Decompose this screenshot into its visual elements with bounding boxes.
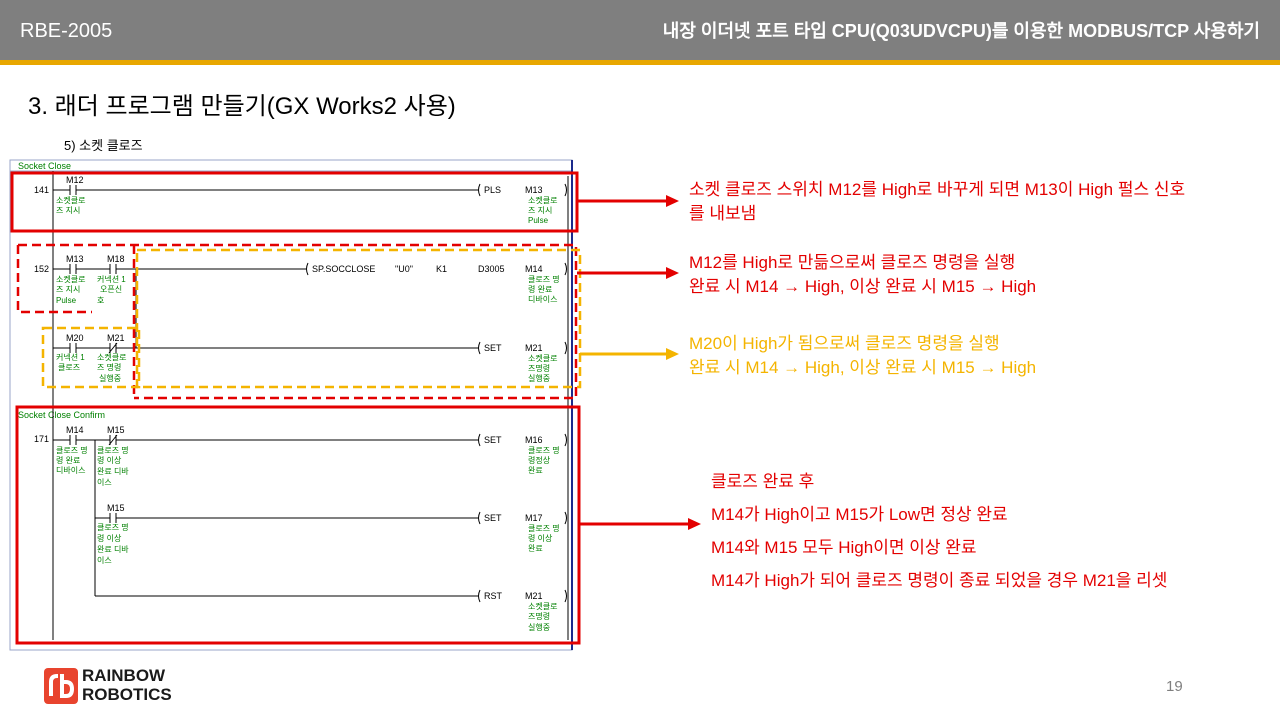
contact-m15b-comment-4: 이스 — [97, 555, 112, 565]
instr-set-m16: SET — [484, 435, 502, 445]
coil-m13-label: M13 — [525, 185, 543, 195]
note-2: M12를 High로 만듦으로써 클로즈 명령을 실행 완료 시 M14 → H… — [689, 251, 1036, 299]
coil-m16-comment-3: 완료 — [528, 466, 543, 475]
step-number-141: 141 — [34, 185, 49, 195]
contact-m12-comment-2: 즈 지시 — [56, 206, 80, 215]
coil-m16-comment-2: 령정상 — [528, 455, 551, 465]
note-4-line-1: 클로즈 완료 후 — [711, 472, 815, 491]
ladder-window — [9, 159, 573, 651]
instr-sp-socclose: SP.SOCCLOSE — [312, 264, 375, 274]
contact-m15-label: M15 — [107, 425, 125, 435]
coil-m21b-comment-3: 실행중 — [528, 622, 550, 632]
note-2-line-1: M12를 High로 만듦으로써 클로즈 명령을 실행 — [689, 253, 1016, 272]
contact-m20-comment: 커넥션 1 — [56, 352, 85, 362]
coil-m17-comment-3: 완료 — [528, 544, 543, 553]
note-4-line-2: M14가 High이고 M15가 Low면 정상 완료 — [711, 505, 1008, 524]
instr-arg-u0: "U0" — [395, 264, 413, 274]
contact-m18-comment-2: 오픈신 — [100, 285, 122, 294]
note-3-line-2: 완료 시 M14 → High, 이상 완료 시 M15 → High — [689, 358, 1037, 377]
page-number: 19 — [1166, 678, 1183, 695]
logo-line-1: RAINBOW — [82, 666, 166, 685]
contact-m14-comment-3: 디바이스 — [56, 465, 85, 475]
instr-pls: PLS — [484, 185, 501, 195]
contact-m14-label: M14 — [66, 425, 84, 435]
note-1: 소켓 클로즈 스위치 M12를 High로 바꾸게 되면 M13이 High 펄… — [689, 178, 1185, 226]
instr-rst-m21: RST — [484, 591, 503, 601]
note-4: 클로즈 완료 후 M14가 High이고 M15가 Low면 정상 완료 M14… — [711, 465, 1167, 597]
rainbow-robotics-logo-icon — [44, 668, 78, 704]
contact-m18-comment: 커넥션 1 — [97, 274, 126, 284]
contact-m13-comment-3: Pulse — [56, 296, 77, 305]
coil-m21-comment: 소켓클로 — [528, 353, 557, 363]
step-number-171: 171 — [34, 434, 49, 444]
contact-m21-comment: 소켓클로 — [97, 352, 126, 362]
note-4-line-3: M14와 M15 모두 High이면 이상 완료 — [711, 538, 977, 557]
coil-m16-comment: 클로즈 명 — [528, 445, 560, 455]
coil-m21-comment-2: 즈명령 — [528, 363, 550, 373]
contact-m21-comment-2: 즈 명령 — [97, 362, 121, 372]
logo-wordmark: RAINBOW ROBOTICS — [82, 666, 172, 704]
coil-m17-comment: 클로즈 명 — [528, 523, 560, 533]
contact-m20-label: M20 — [66, 333, 84, 343]
step-number-152: 152 — [34, 264, 49, 274]
note-2-line-2: 완료 시 M14 → High, 이상 완료 시 M15 → High — [689, 277, 1037, 296]
contact-m13-comment-2: 즈 지시 — [56, 285, 80, 294]
contact-m14-comment-2: 령 완료 — [56, 456, 80, 465]
coil-m21b-comment-2: 즈명령 — [528, 611, 550, 621]
contact-m15b-comment: 클로즈 명 — [97, 522, 129, 532]
coil-m21-comment-3: 실행중 — [528, 373, 550, 383]
coil-m13-comment-2: 즈 지시 — [528, 206, 552, 215]
coil-m14-label: M14 — [525, 264, 543, 274]
coil-m14-comment-3: 디바이스 — [528, 294, 557, 304]
contact-m18-label: M18 — [107, 254, 125, 264]
contact-m14-comment: 클로즈 명 — [56, 445, 88, 455]
contact-m13-comment: 소켓클로 — [56, 274, 85, 284]
contact-m21-comment-3: 실행중 — [99, 373, 121, 383]
coil-m21b-label: M21 — [525, 591, 543, 601]
contact-m15-comment-2: 령 이상 — [97, 455, 122, 465]
contact-m15-comment-4: 이스 — [97, 477, 112, 487]
contact-m15b-label: M15 — [107, 503, 125, 513]
coil-m14-comment-2: 령 완료 — [528, 285, 552, 294]
coil-m17-comment-2: 령 이상 — [528, 533, 553, 543]
note-1-line-1: 소켓 클로즈 스위치 M12를 High로 바꾸게 되면 M13이 High 펄… — [689, 180, 1186, 199]
note-1-line-2: 를 내보냄 — [689, 204, 757, 223]
coil-m13-comment: 소켓클로 — [528, 195, 557, 205]
block-label-socket-close: Socket Close — [18, 161, 71, 171]
coil-m14-comment: 클로즈 명 — [528, 274, 560, 284]
instr-set-m17: SET — [484, 513, 502, 523]
coil-m21-label: M21 — [525, 343, 543, 353]
contact-m15b-comment-3: 완료 디바 — [97, 544, 129, 554]
note-3: M20이 High가 됨으로써 클로즈 명령을 실행 완료 시 M14 → Hi… — [689, 332, 1036, 380]
coil-m13-comment-3: Pulse — [528, 216, 549, 225]
contact-m21-label: M21 — [107, 333, 125, 343]
contact-m12-label: M12 — [66, 175, 84, 185]
contact-m15-comment-3: 완료 디바 — [97, 466, 129, 476]
contact-m12-comment: 소켓클로 — [56, 195, 85, 205]
note-3-line-1: M20이 High가 됨으로써 클로즈 명령을 실행 — [689, 334, 1000, 353]
contact-m15-comment: 클로즈 명 — [97, 445, 129, 455]
coil-m21b-comment: 소켓클로 — [528, 601, 557, 611]
coil-m16-label: M16 — [525, 435, 543, 445]
note-4-line-4: M14가 High가 되어 클로즈 명령이 종료 되었을 경우 M21을 리셋 — [711, 571, 1168, 590]
contact-m20-comment-2: 클로즈 — [58, 363, 80, 372]
coil-m17-label: M17 — [525, 513, 543, 523]
instr-set-m21: SET — [484, 343, 502, 353]
block-label-socket-close-confirm: Socket Close Confirm — [18, 410, 105, 420]
contact-m18-comment-3: 호 — [97, 296, 104, 305]
instr-arg-k1: K1 — [436, 264, 447, 274]
logo-line-2: ROBOTICS — [82, 685, 172, 704]
contact-m13-label: M13 — [66, 254, 84, 264]
contact-m15b-comment-2: 령 이상 — [97, 533, 122, 543]
instr-arg-d3005: D3005 — [478, 264, 505, 274]
ladder-diagram: Socket Close Socket Close Confirm 141 15… — [9, 159, 701, 651]
